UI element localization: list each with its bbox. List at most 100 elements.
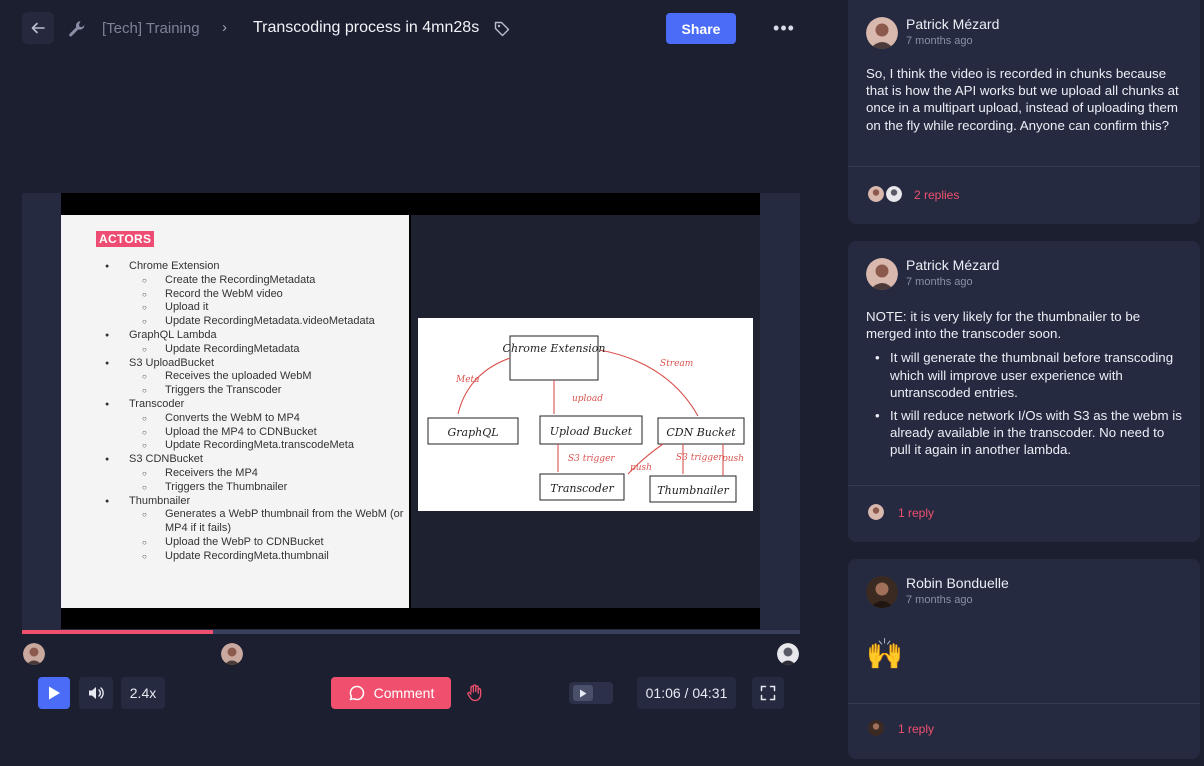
- outline-item: GraphQL Lambda: [105, 329, 405, 343]
- outline-subitem: Upload the WebP to CDNBucket: [105, 536, 405, 550]
- replies-link[interactable]: 1 reply: [898, 722, 934, 736]
- outline-subitem: Triggers the Transcoder: [105, 384, 405, 398]
- avatar[interactable]: [866, 258, 898, 290]
- outline-subitem: Converts the WebM to MP4: [105, 412, 405, 426]
- comment-author[interactable]: Patrick Mézard: [906, 257, 999, 273]
- video-pane: [Tech] Training › Transcoding process in…: [0, 0, 826, 766]
- comment-bullet: It will generate the thumbnail before tr…: [866, 349, 1188, 401]
- outline-subitem: Generates a WebP thumbnail from the WebM…: [105, 508, 405, 536]
- outline-item: S3 CDNBucket: [105, 453, 405, 467]
- comment-timestamp: 7 months ago: [906, 35, 973, 47]
- avatar[interactable]: [866, 576, 898, 608]
- comment-text: NOTE: it is very likely for the thumbnai…: [866, 309, 1141, 342]
- comment-card[interactable]: Patrick Mézard 7 months ago So, I think …: [848, 0, 1200, 224]
- comment-button[interactable]: Comment: [331, 677, 451, 709]
- comment-body: So, I think the video is recorded in chu…: [866, 66, 1179, 133]
- outline-subitem: Receivers the MP4: [105, 467, 405, 481]
- share-button[interactable]: Share: [666, 13, 736, 44]
- outline-subitem: Upload it: [105, 301, 405, 315]
- diagram-text-transcoder: Transcoder: [550, 482, 614, 495]
- diagram-label-upload: upload: [572, 394, 603, 404]
- outline-subitem: Upload the MP4 to CDNBucket: [105, 426, 405, 440]
- time-display: 01:06 / 04:31: [637, 677, 736, 709]
- comment-author[interactable]: Patrick Mézard: [906, 16, 999, 32]
- reply-avatar: [866, 718, 886, 738]
- diagram-label-meta: Meta: [455, 375, 480, 385]
- fullscreen-button[interactable]: [752, 677, 784, 709]
- diagram-text-graphql: GraphQL: [447, 426, 498, 439]
- comment-timestamp: 7 months ago: [906, 594, 973, 606]
- outline-item: Thumbnailer: [105, 495, 405, 509]
- outline-subitem: Record the WebM video: [105, 288, 405, 302]
- volume-icon: [89, 687, 104, 699]
- diagram-label-stream: Stream: [660, 359, 693, 369]
- autoplay-toggle[interactable]: [569, 682, 613, 704]
- wrench-icon: [69, 21, 85, 37]
- slide-outline: Chrome ExtensionCreate the RecordingMeta…: [105, 260, 405, 564]
- comment-marker-avatar[interactable]: [23, 643, 45, 665]
- progress-fill: [22, 630, 214, 634]
- comment-button-label: Comment: [373, 685, 435, 701]
- comments-panel: Patrick Mézard 7 months ago So, I think …: [826, 0, 1204, 766]
- comment-author[interactable]: Robin Bonduelle: [906, 575, 1009, 591]
- outline-subitem: Create the RecordingMetadata: [105, 274, 405, 288]
- page-title: Transcoding process in 4mn28s: [253, 19, 480, 36]
- outline-item: Transcoder: [105, 398, 405, 412]
- back-button[interactable]: [22, 12, 54, 44]
- reply-avatar: [866, 184, 886, 204]
- divider: [848, 703, 1200, 704]
- webcam-panel: Chrome Extension GraphQL Upload Bucket C…: [411, 215, 760, 608]
- slide-content: ACTORS Chrome ExtensionCreate the Record…: [61, 215, 409, 608]
- breadcrumb-separator: ›: [222, 19, 227, 36]
- comment-body: 🙌: [866, 638, 904, 671]
- outline-subitem: Update RecordingMeta.transcodeMeta: [105, 439, 405, 453]
- divider: [848, 166, 1200, 167]
- video-frame: ACTORS Chrome ExtensionCreate the Record…: [61, 193, 760, 629]
- volume-button[interactable]: [79, 677, 113, 709]
- outline-subitem: Update RecordingMetadata: [105, 343, 405, 357]
- diagram-label-s3-trigger-2: S3 trigger: [676, 453, 723, 463]
- reaction-button[interactable]: [458, 677, 492, 709]
- tag-icon[interactable]: [493, 20, 511, 38]
- play-button[interactable]: [38, 677, 70, 709]
- video-player[interactable]: ACTORS Chrome ExtensionCreate the Record…: [22, 193, 800, 633]
- outline-subitem: Triggers the Thumbnailer: [105, 481, 405, 495]
- divider: [848, 485, 1200, 486]
- diagram-text-cdn-bucket: CDN Bucket: [666, 426, 736, 439]
- comment-card[interactable]: Robin Bonduelle 7 months ago 🙌 1 reply: [848, 559, 1200, 759]
- more-options-button[interactable]: •••: [770, 18, 798, 38]
- play-small-icon: [580, 689, 587, 697]
- replies-link[interactable]: 2 replies: [914, 188, 959, 202]
- outline-subitem: Update RecordingMeta.thumbnail: [105, 550, 405, 564]
- avatar[interactable]: [866, 17, 898, 49]
- speech-bubble-icon: [349, 685, 364, 701]
- outline-item: S3 UploadBucket: [105, 357, 405, 371]
- toggle-knob: [573, 685, 593, 701]
- diagram-label-push-2: push: [722, 454, 744, 464]
- breadcrumb-parent[interactable]: [Tech] Training: [102, 20, 200, 37]
- progress-bar[interactable]: [22, 630, 800, 634]
- waving-hand-icon: [467, 684, 482, 702]
- outline-subitem: Update RecordingMetadata.videoMetadata: [105, 315, 405, 329]
- reply-avatar: [866, 502, 886, 522]
- slide-heading: ACTORS: [96, 231, 155, 247]
- comment-body: NOTE: it is very likely for the thumbnai…: [866, 308, 1188, 465]
- replies-link[interactable]: 1 reply: [898, 506, 934, 520]
- play-icon: [49, 686, 60, 700]
- architecture-diagram: Chrome Extension GraphQL Upload Bucket C…: [418, 318, 753, 511]
- playback-speed-button[interactable]: 2.4x: [121, 677, 165, 709]
- comment-card[interactable]: Patrick Mézard 7 months ago NOTE: it is …: [848, 241, 1200, 542]
- comment-marker-avatar[interactable]: [777, 643, 799, 665]
- comment-bullet: It will reduce network I/Os with S3 as t…: [866, 407, 1188, 459]
- fullscreen-icon: [760, 685, 776, 701]
- comment-marker-avatar[interactable]: [221, 643, 243, 665]
- comment-timestamp: 7 months ago: [906, 276, 973, 288]
- comment-bullet-list: It will generate the thumbnail before tr…: [866, 349, 1188, 458]
- diagram-label-s3-trigger: S3 trigger: [568, 454, 615, 464]
- outline-subitem: Receives the uploaded WebM: [105, 370, 405, 384]
- diagram-label-push: push: [630, 463, 652, 473]
- arrow-left-icon: [31, 22, 45, 34]
- diagram-text-upload-bucket: Upload Bucket: [550, 425, 633, 438]
- reply-avatar: [884, 184, 904, 204]
- top-bar: [Tech] Training › Transcoding process in…: [0, 0, 826, 58]
